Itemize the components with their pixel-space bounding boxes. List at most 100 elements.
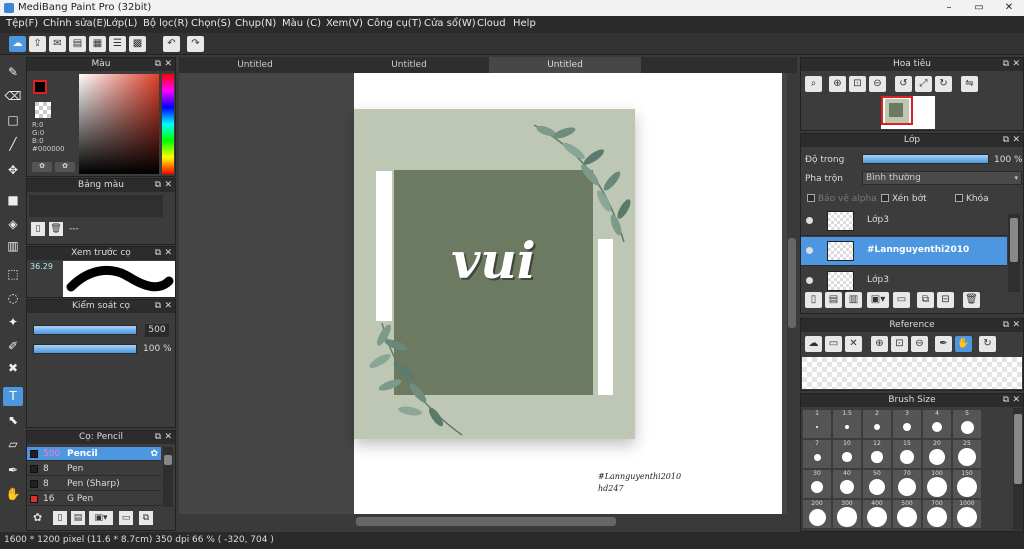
layer-folder-icon[interactable]: ▭	[893, 292, 910, 308]
brush-size-cell[interactable]: 150	[953, 470, 981, 498]
rotate-left-icon[interactable]: ↺	[895, 76, 912, 92]
maximize-button[interactable]: ▭	[964, 0, 994, 16]
blend-mode-select[interactable]: Bình thường ▾	[862, 171, 1022, 185]
menu-tools[interactable]: Công cụ(T)	[367, 18, 422, 29]
close-panel-icon[interactable]: ✕	[164, 179, 172, 192]
add-brush-icon[interactable]: ✿	[33, 511, 47, 525]
brush-list-scrollbar[interactable]	[163, 447, 173, 507]
layer-row[interactable]: Lớp3	[801, 207, 1007, 236]
divide-tool-icon[interactable]: ▱	[3, 435, 23, 454]
tab-document-3[interactable]: Untitled	[489, 57, 641, 73]
brush-size-cell[interactable]: 5	[953, 410, 981, 438]
move-tool-icon[interactable]: ✥	[3, 161, 23, 180]
close-reference-icon[interactable]: ✕	[845, 336, 862, 352]
lock-checkbox[interactable]: Khóa	[955, 194, 989, 204]
close-panel-icon[interactable]: ✕	[1012, 134, 1020, 147]
foreground-color-swatch[interactable]	[33, 80, 47, 94]
eye-icon[interactable]	[806, 217, 813, 224]
float-icon[interactable]: ⧉	[155, 247, 161, 260]
protect-alpha-checkbox[interactable]: Bảo vệ alpha	[807, 194, 877, 204]
float-icon[interactable]: ⧉	[1003, 319, 1009, 332]
new-layer-icon[interactable]: ▯	[805, 292, 822, 308]
close-panel-icon[interactable]: ✕	[164, 431, 172, 444]
merge-layer-icon[interactable]: ⊟	[937, 292, 954, 308]
eraser-tool-icon[interactable]: ⌫	[3, 87, 23, 106]
close-panel-icon[interactable]: ✕	[164, 247, 172, 260]
clipping-checkbox[interactable]: Xén bớt	[881, 194, 927, 204]
new-brush-icon[interactable]: ▯	[53, 511, 67, 525]
menu-select[interactable]: Chọn(S)	[191, 18, 231, 29]
brush-list-item[interactable]: 8 Pen	[27, 462, 161, 476]
brush-list-item[interactable]: 16 G Pen	[27, 492, 161, 506]
zoom-fit-icon[interactable]: ⌕	[805, 76, 822, 92]
menu-view[interactable]: Xem(V)	[326, 18, 363, 29]
close-panel-icon[interactable]: ✕	[1012, 319, 1020, 332]
close-button[interactable]: ✕	[994, 0, 1024, 16]
brush-size-cell[interactable]: 25	[953, 440, 981, 468]
cloud-reference-icon[interactable]: ☁	[805, 336, 822, 352]
brush-size-cell[interactable]: 7	[803, 440, 831, 468]
reference-image-area[interactable]	[802, 357, 1022, 389]
brush-size-cell[interactable]: 700	[923, 500, 951, 528]
layer-row[interactable]: Lớp3	[801, 267, 1007, 292]
redo-icon[interactable]: ↷	[187, 36, 204, 52]
brush-settings-icon[interactable]: ▤	[71, 511, 85, 525]
tab-document-2[interactable]: Untitled	[333, 57, 485, 73]
share-icon[interactable]: ⇪	[29, 36, 46, 52]
eye-icon[interactable]	[806, 247, 813, 254]
brush-size-cell[interactable]: 1.5	[833, 410, 861, 438]
brush-list-item[interactable]: 500 Pencil ✿	[27, 447, 161, 461]
brush-opacity-slider[interactable]	[33, 344, 137, 354]
color-picker-square[interactable]	[79, 74, 159, 174]
menu-edit[interactable]: Chỉnh sửa(E)	[43, 18, 107, 29]
close-panel-icon[interactable]: ✕	[164, 300, 172, 313]
comment-icon[interactable]: ✉	[49, 36, 66, 52]
menu-help[interactable]: Help	[513, 18, 536, 29]
minimize-button[interactable]: –	[934, 0, 964, 16]
reference-zoom-in-icon[interactable]: ⊕	[871, 336, 888, 352]
layer-opacity-slider[interactable]	[862, 154, 989, 164]
float-icon[interactable]: ⧉	[155, 179, 161, 192]
brush-size-cell[interactable]: 300	[833, 500, 861, 528]
menu-layer[interactable]: Lớp(L)	[106, 18, 137, 29]
layer-list-scrollbar[interactable]	[1008, 214, 1020, 292]
brush-size-cell[interactable]: 1	[803, 410, 831, 438]
navigator-thumbnail[interactable]	[881, 96, 935, 129]
list-icon[interactable]: ☰	[109, 36, 126, 52]
brush-size-cell[interactable]: 70	[893, 470, 921, 498]
delete-layer-icon[interactable]: 🗑	[963, 292, 980, 308]
line-tool-icon[interactable]: ╱	[3, 135, 23, 154]
brush-size-cell[interactable]: 15	[893, 440, 921, 468]
document-icon[interactable]: ▤	[69, 36, 86, 52]
hand-tool-icon[interactable]: ✋	[3, 485, 23, 504]
menu-cloud[interactable]: Cloud	[477, 18, 506, 29]
actual-size-icon[interactable]: ⊡	[849, 76, 866, 92]
canvas-horizontal-scrollbar[interactable]	[179, 514, 797, 529]
float-icon[interactable]: ⧉	[155, 300, 161, 313]
layer-menu-icon[interactable]: ▣▾	[867, 292, 889, 308]
float-icon[interactable]: ⧉	[1003, 58, 1009, 71]
menu-file[interactable]: Tệp(F)	[6, 18, 38, 29]
float-icon[interactable]: ⧉	[1003, 134, 1009, 147]
color-mode-icon[interactable]: ✿	[55, 162, 75, 172]
brush-size-cell[interactable]: 20	[923, 440, 951, 468]
folder-icon[interactable]: ▭	[119, 511, 133, 525]
menu-color[interactable]: Màu (C)	[282, 18, 321, 29]
bucket-tool-icon[interactable]: ◈	[3, 215, 23, 234]
operation-tool-icon[interactable]: ⬉	[3, 411, 23, 430]
grid-icon[interactable]: ▩	[129, 36, 146, 52]
reference-eyedropper-icon[interactable]: ✒	[935, 336, 952, 352]
open-reference-icon[interactable]: ▭	[825, 336, 842, 352]
fill-rect-tool-icon[interactable]: ■	[3, 191, 23, 210]
palette-swatches[interactable]	[29, 195, 163, 217]
cloud-icon[interactable]: ☁	[9, 36, 26, 52]
zoom-out-icon[interactable]: ⊖	[869, 76, 886, 92]
reference-zoom-out-icon[interactable]: ⊖	[911, 336, 928, 352]
brush-tool-icon[interactable]: ✎	[3, 63, 23, 82]
fit-window-icon[interactable]: ⤢	[915, 76, 932, 92]
float-icon[interactable]: ⧉	[1003, 394, 1009, 407]
menu-filter[interactable]: Bộ lọc(R)	[143, 18, 188, 29]
brush-size-cell[interactable]: 12	[863, 440, 891, 468]
select-pen-tool-icon[interactable]: ✐	[3, 337, 23, 356]
brush-size-cell[interactable]: 200	[803, 500, 831, 528]
